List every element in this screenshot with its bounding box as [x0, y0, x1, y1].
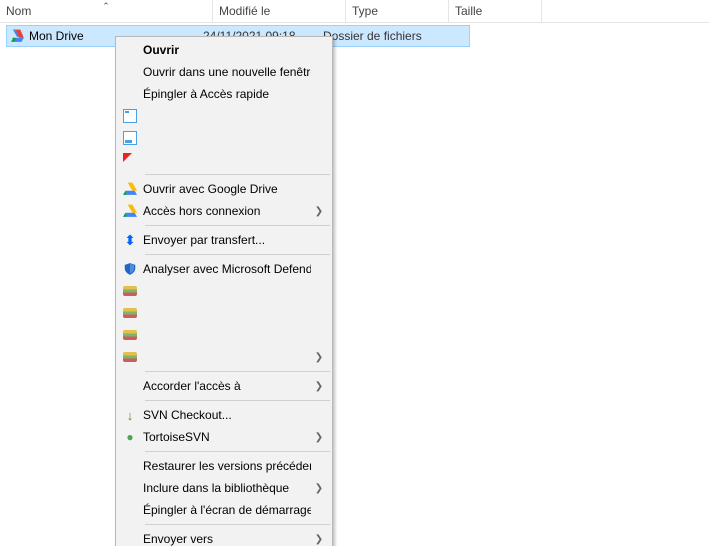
menu-separator — [145, 451, 330, 452]
menu-tortoise-svn[interactable]: ● TortoiseSVN ❯ — [117, 426, 331, 448]
app-icon — [123, 330, 137, 340]
menu-redacted-3[interactable] — [117, 149, 331, 171]
column-header-modified-label: Modifié le — [219, 4, 270, 18]
menu-svn-checkout[interactable]: ↓ SVN Checkout... — [117, 404, 331, 426]
google-drive-icon — [117, 182, 143, 196]
menu-separator — [145, 174, 330, 175]
submenu-arrow-icon: ❯ — [311, 352, 327, 363]
dropbox-icon: ⬍ — [124, 233, 136, 247]
column-header-type[interactable]: Type — [346, 0, 449, 22]
column-headers: Nom ⌃ Modifié le Type Taille — [0, 0, 709, 23]
menu-open[interactable]: Ouvrir — [117, 39, 331, 61]
menu-send-to[interactable]: Envoyer vers ❯ — [117, 528, 331, 546]
menu-separator — [145, 225, 330, 226]
menu-redacted-5[interactable] — [117, 302, 331, 324]
app-icon — [123, 131, 137, 145]
menu-restore-versions[interactable]: Restaurer les versions précédentes — [117, 455, 331, 477]
menu-separator — [145, 524, 330, 525]
menu-redacted-6[interactable] — [117, 324, 331, 346]
submenu-arrow-icon: ❯ — [311, 483, 327, 494]
file-row-name: Mon Drive — [29, 29, 84, 43]
google-drive-icon — [11, 29, 25, 43]
submenu-arrow-icon: ❯ — [311, 432, 327, 443]
submenu-arrow-icon: ❯ — [311, 381, 327, 392]
menu-pin-start[interactable]: Épingler à l'écran de démarrage — [117, 499, 331, 521]
menu-defender-scan[interactable]: Analyser avec Microsoft Defender... — [117, 258, 331, 280]
menu-separator — [145, 400, 330, 401]
menu-redacted-2[interactable] — [117, 127, 331, 149]
tortoise-icon: ● — [126, 431, 133, 443]
menu-include-library[interactable]: Inclure dans la bibliothèque ❯ — [117, 477, 331, 499]
app-icon — [123, 109, 137, 123]
column-header-name[interactable]: Nom ⌃ — [0, 0, 213, 22]
app-icon — [123, 352, 137, 362]
svn-icon: ↓ — [127, 409, 134, 422]
column-header-modified[interactable]: Modifié le — [213, 0, 346, 22]
menu-pin-quick-access[interactable]: Épingler à Accès rapide — [117, 83, 331, 105]
menu-separator — [145, 254, 330, 255]
menu-send-transfer[interactable]: ⬍ Envoyer par transfert... — [117, 229, 331, 251]
menu-redacted-7[interactable]: ❯ — [117, 346, 331, 368]
menu-redacted-1[interactable] — [117, 105, 331, 127]
app-icon — [123, 153, 137, 167]
menu-grant-access[interactable]: Accorder l'accès à ❯ — [117, 375, 331, 397]
context-menu: Ouvrir Ouvrir dans une nouvelle fenêtre … — [115, 36, 333, 546]
google-drive-icon — [117, 204, 143, 218]
column-header-size-label: Taille — [455, 4, 482, 18]
sort-indicator-icon: ⌃ — [102, 1, 110, 12]
column-header-size[interactable]: Taille — [449, 0, 542, 22]
app-icon — [123, 308, 137, 318]
menu-open-new-window[interactable]: Ouvrir dans une nouvelle fenêtre — [117, 61, 331, 83]
menu-redacted-4[interactable] — [117, 280, 331, 302]
column-header-name-label: Nom — [6, 4, 31, 18]
menu-offline-access[interactable]: Accès hors connexion ❯ — [117, 200, 331, 222]
menu-open-google-drive[interactable]: Ouvrir avec Google Drive — [117, 178, 331, 200]
app-icon — [123, 286, 137, 296]
defender-shield-icon — [117, 262, 143, 276]
column-header-type-label: Type — [352, 4, 378, 18]
file-row-type: Dossier de fichiers — [323, 29, 443, 43]
menu-separator — [145, 371, 330, 372]
submenu-arrow-icon: ❯ — [311, 206, 327, 217]
submenu-arrow-icon: ❯ — [311, 534, 327, 545]
